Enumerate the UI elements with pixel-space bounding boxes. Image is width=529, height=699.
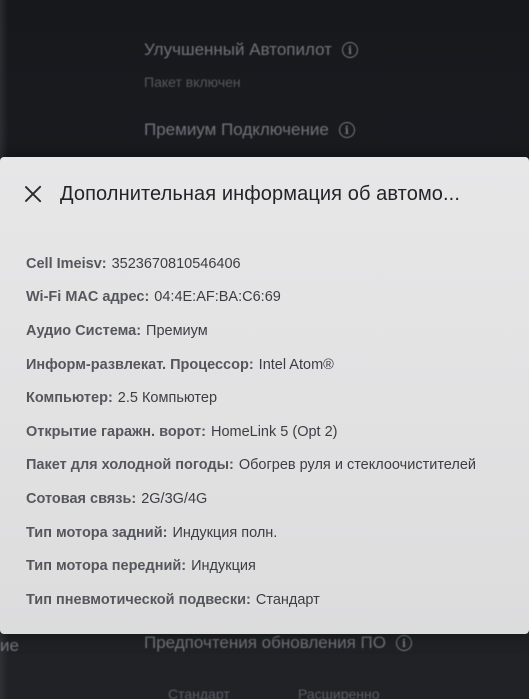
info-row-front-motor-type: Тип мотора передний: Индукция	[26, 549, 523, 583]
info-icon[interactable]: i	[395, 635, 412, 651]
bg-item-label: Улучшенный Автопилот	[144, 40, 332, 59]
info-value: Индукция	[191, 558, 256, 575]
bg-option-standard[interactable]: Стандарт	[168, 686, 230, 699]
info-label: Сотовая связь:	[26, 490, 137, 507]
screen: Улучшенный Автопилот i Пакет включен Пре…	[0, 0, 529, 699]
info-label: Открытие гаражн. ворот:	[26, 423, 206, 440]
info-value: HomeLink 5 (Opt 2)	[210, 423, 338, 440]
info-row-cell-imeisv: Cell Imeisv: 3523670810546406	[26, 247, 523, 281]
info-row-infotainment-processor: Информ-развлекат. Процессор: Intel Atom®	[26, 348, 523, 382]
info-label: Тип мотора передний:	[26, 558, 187, 575]
info-label: Пакет для холодной погоды:	[26, 457, 234, 474]
bg-item-premium-connectivity[interactable]: Премиум Подключение i	[144, 120, 355, 140]
info-label: Информ-развлекат. Процессор:	[26, 356, 254, 373]
bg-option-extended[interactable]: Расширенно	[298, 686, 380, 699]
info-value: 2G/3G/4G	[141, 490, 208, 507]
info-value: Стандарт	[255, 591, 320, 608]
info-label: Тип пневмотической подвески:	[26, 591, 251, 608]
info-value: Индукция полн.	[172, 524, 278, 541]
bg-item-label: Предпочтения обновления ПО	[144, 633, 386, 652]
info-icon[interactable]: i	[338, 122, 355, 138]
info-value: 3523670810546406	[111, 255, 241, 272]
info-label: Wi-Fi MAC адрес:	[26, 289, 150, 306]
info-row-garage-door-opener: Открытие гаражн. ворот: HomeLink 5 (Opt …	[26, 415, 523, 449]
info-row-rear-motor-type: Тип мотора задний: Индукция полн.	[26, 516, 523, 550]
bg-item-software-update-preference[interactable]: Предпочтения обновления ПО i	[144, 633, 412, 653]
info-row-air-suspension-type: Тип пневмотической подвески: Стандарт	[26, 583, 523, 617]
info-label: Тип мотора задний:	[26, 524, 168, 541]
bg-item-label: ие	[0, 636, 19, 655]
dialog-title: Дополнительная информация об автомо...	[60, 182, 460, 205]
vehicle-info-list: Cell Imeisv: 3523670810546406 Wi-Fi MAC …	[26, 247, 523, 617]
bg-item-enhanced-autopilot[interactable]: Улучшенный Автопилот i	[144, 40, 358, 60]
info-label: Cell Imeisv:	[26, 255, 107, 272]
info-label: Аудио Система:	[26, 322, 142, 339]
dialog-header: Дополнительная информация об автомо...	[22, 179, 519, 209]
info-row-audio-system: Аудио Система: Премиум	[26, 314, 523, 348]
info-label: Компьютер:	[26, 390, 113, 407]
info-value: 04:4E:AF:BA:C6:69	[154, 289, 281, 306]
info-row-wifi-mac: Wi-Fi MAC адрес: 04:4E:AF:BA:C6:69	[26, 281, 523, 315]
info-value: Обогрев руля и стеклоочистителей	[238, 457, 477, 474]
bg-item-package-status: Пакет включен	[144, 74, 241, 90]
info-row-cellular: Сотовая связь: 2G/3G/4G	[26, 482, 523, 516]
info-row-cold-weather-package: Пакет для холодной погоды: Обогрев руля …	[26, 449, 523, 483]
additional-vehicle-info-dialog: Дополнительная информация об автомо... C…	[0, 157, 529, 634]
info-icon[interactable]: i	[341, 42, 358, 58]
info-value: Intel Atom®	[258, 356, 334, 373]
close-icon[interactable]	[22, 183, 44, 205]
bg-item-cut-label: ие	[0, 636, 19, 656]
bg-item-label: Премиум Подключение	[144, 120, 329, 139]
info-value: 2.5 Компьютер	[117, 390, 218, 407]
info-value: Премиум	[146, 322, 208, 339]
info-row-computer: Компьютер: 2.5 Компьютер	[26, 381, 523, 415]
